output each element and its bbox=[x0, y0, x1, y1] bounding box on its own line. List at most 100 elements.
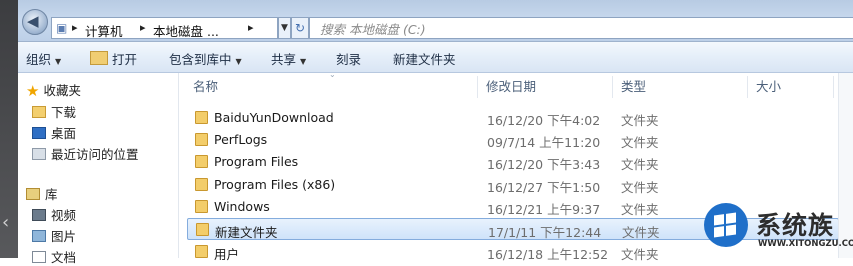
column-divider[interactable] bbox=[747, 76, 748, 98]
watermark-brand: 系统族 bbox=[756, 211, 835, 240]
file-name: PerfLogs bbox=[214, 132, 268, 147]
folder-icon bbox=[195, 133, 208, 146]
include-in-library-label: 包含到库中 bbox=[169, 52, 232, 67]
nav-desktop-label: 桌面 bbox=[51, 126, 77, 141]
nav-videos[interactable]: 视频 bbox=[32, 205, 76, 224]
nav-recent-places[interactable]: 最近访问的位置 bbox=[32, 144, 139, 163]
folder-icon bbox=[32, 106, 46, 118]
breadcrumb-local-disk[interactable]: 本地磁盘 ... bbox=[153, 21, 219, 40]
nav-documents[interactable]: 文档 bbox=[32, 247, 76, 266]
star-icon: ★ bbox=[26, 82, 40, 100]
chevron-right-icon[interactable]: ▸ bbox=[72, 21, 78, 34]
file-type: 文件夹 bbox=[621, 135, 659, 150]
watermark-logo: 系统族 WWW.XITONGZU.COM bbox=[700, 199, 853, 258]
file-name: 新建文件夹 bbox=[215, 225, 278, 240]
recent-places-icon bbox=[32, 148, 46, 160]
refresh-button[interactable]: ↻ bbox=[291, 17, 309, 39]
file-type: 文件夹 bbox=[621, 202, 659, 217]
breadcrumb-computer[interactable]: 计算机 bbox=[85, 21, 123, 40]
column-header-name[interactable]: 名称 bbox=[193, 73, 218, 101]
library-icon bbox=[26, 188, 40, 200]
file-date: 16/12/20 下午4:02 bbox=[487, 113, 601, 128]
navigation-pane: ★ 收藏夹 下载 桌面 最近访问的位置 库 视频 图片 文档 bbox=[18, 73, 179, 265]
address-history-dropdown[interactable]: ▼ bbox=[278, 17, 291, 39]
chevron-right-icon[interactable]: ▸ bbox=[248, 21, 254, 34]
nav-pictures-label: 图片 bbox=[51, 229, 77, 244]
back-arrow-icon: ◀ bbox=[27, 12, 39, 30]
refresh-icon: ↻ bbox=[294, 21, 306, 35]
desktop-icon bbox=[32, 127, 46, 139]
windows-logo-icon bbox=[704, 203, 748, 247]
table-row[interactable]: Program Files 16/12/20 下午3:43 文件夹 bbox=[187, 151, 839, 173]
back-button[interactable]: ◀ bbox=[22, 9, 48, 35]
file-date: 16/12/27 下午1:50 bbox=[487, 180, 601, 195]
dropdown-arrow-icon: ▼ bbox=[300, 57, 307, 66]
file-date: 16/12/20 下午3:43 bbox=[487, 157, 601, 172]
folder-icon bbox=[196, 223, 209, 236]
folder-icon bbox=[195, 200, 208, 213]
chevron-left-icon[interactable]: ‹ bbox=[2, 210, 12, 236]
new-folder-button[interactable]: 新建文件夹 bbox=[393, 49, 456, 68]
file-type: 文件夹 bbox=[621, 157, 659, 172]
file-name: 用户 bbox=[214, 247, 240, 262]
file-name: Windows bbox=[214, 199, 270, 214]
share-label: 共享 bbox=[271, 52, 297, 67]
open-button[interactable]: 打开 bbox=[90, 49, 137, 68]
nav-videos-label: 视频 bbox=[51, 208, 77, 223]
file-date: 16/12/21 上午9:37 bbox=[487, 202, 601, 217]
nav-pictures[interactable]: 图片 bbox=[32, 226, 76, 245]
address-bar[interactable]: ▣ ▸ 计算机 ▸ 本地磁盘 ... ▸ bbox=[51, 17, 278, 39]
nav-recent-label: 最近访问的位置 bbox=[51, 147, 139, 162]
table-row[interactable]: BaiduYunDownload 16/12/20 下午4:02 文件夹 bbox=[187, 107, 839, 129]
column-divider[interactable] bbox=[477, 76, 478, 98]
file-type: 文件夹 bbox=[622, 225, 660, 240]
folder-icon bbox=[195, 245, 208, 258]
file-type: 文件夹 bbox=[621, 113, 659, 128]
computer-icon: ▣ bbox=[56, 21, 68, 35]
column-header-size[interactable]: 大小 bbox=[756, 73, 781, 101]
folder-open-icon bbox=[90, 51, 108, 65]
burn-button[interactable]: 刻录 bbox=[336, 49, 361, 68]
organize-label: 组织 bbox=[26, 52, 52, 67]
file-name: Program Files (x86) bbox=[214, 177, 336, 192]
include-in-library-button[interactable]: 包含到库中 ▼ bbox=[169, 49, 242, 68]
nav-downloads[interactable]: 下载 bbox=[32, 102, 76, 121]
column-divider[interactable] bbox=[612, 76, 613, 98]
nav-desktop[interactable]: 桌面 bbox=[32, 123, 76, 142]
nav-libraries[interactable]: 库 bbox=[26, 184, 58, 203]
column-divider[interactable] bbox=[833, 76, 834, 98]
folder-icon bbox=[195, 155, 208, 168]
search-input[interactable] bbox=[318, 19, 622, 39]
picture-library-icon bbox=[32, 230, 46, 242]
column-header-type[interactable]: 类型 bbox=[621, 73, 646, 101]
nav-favorites-label: 收藏夹 bbox=[43, 83, 81, 98]
folder-icon bbox=[195, 111, 208, 124]
column-header-modified[interactable]: 修改日期 bbox=[486, 73, 536, 101]
file-type: 文件夹 bbox=[621, 180, 659, 195]
table-row[interactable]: Program Files (x86) 16/12/27 下午1:50 文件夹 bbox=[187, 174, 839, 196]
nav-favorites[interactable]: ★ 收藏夹 bbox=[26, 80, 81, 100]
table-row[interactable]: PerfLogs 09/7/14 上午11:20 文件夹 bbox=[187, 129, 839, 151]
file-name: BaiduYunDownload bbox=[214, 110, 334, 125]
document-library-icon bbox=[32, 251, 46, 263]
chevron-right-icon[interactable]: ▸ bbox=[140, 21, 146, 34]
dropdown-arrow-icon: ▼ bbox=[235, 57, 242, 66]
nav-downloads-label: 下载 bbox=[51, 105, 77, 120]
command-bar: 组织 ▼ 打开 包含到库中 ▼ 共享 ▼ 刻录 新建文件夹 bbox=[18, 42, 853, 73]
share-button[interactable]: 共享 ▼ bbox=[271, 49, 306, 68]
folder-icon bbox=[195, 178, 208, 191]
file-date: 09/7/14 上午11:20 bbox=[487, 135, 601, 150]
dropdown-arrow-icon: ▼ bbox=[55, 57, 62, 66]
watermark-url: WWW.XITONGZU.COM bbox=[758, 239, 853, 249]
file-date: 17/1/11 下午12:44 bbox=[488, 225, 602, 240]
sort-indicator-icon: ⌄ bbox=[329, 70, 336, 79]
address-bar-row: ◀ ▣ ▸ 计算机 ▸ 本地磁盘 ... ▸ ▼ ↻ bbox=[18, 0, 853, 42]
file-type: 文件夹 bbox=[621, 247, 659, 262]
open-label: 打开 bbox=[112, 52, 138, 67]
organize-button[interactable]: 组织 ▼ bbox=[26, 49, 61, 68]
left-window-edge: ‹ bbox=[0, 0, 18, 258]
nav-libraries-label: 库 bbox=[45, 187, 58, 202]
search-box[interactable] bbox=[309, 17, 853, 39]
file-name: Program Files bbox=[214, 154, 299, 169]
video-library-icon bbox=[32, 209, 46, 221]
